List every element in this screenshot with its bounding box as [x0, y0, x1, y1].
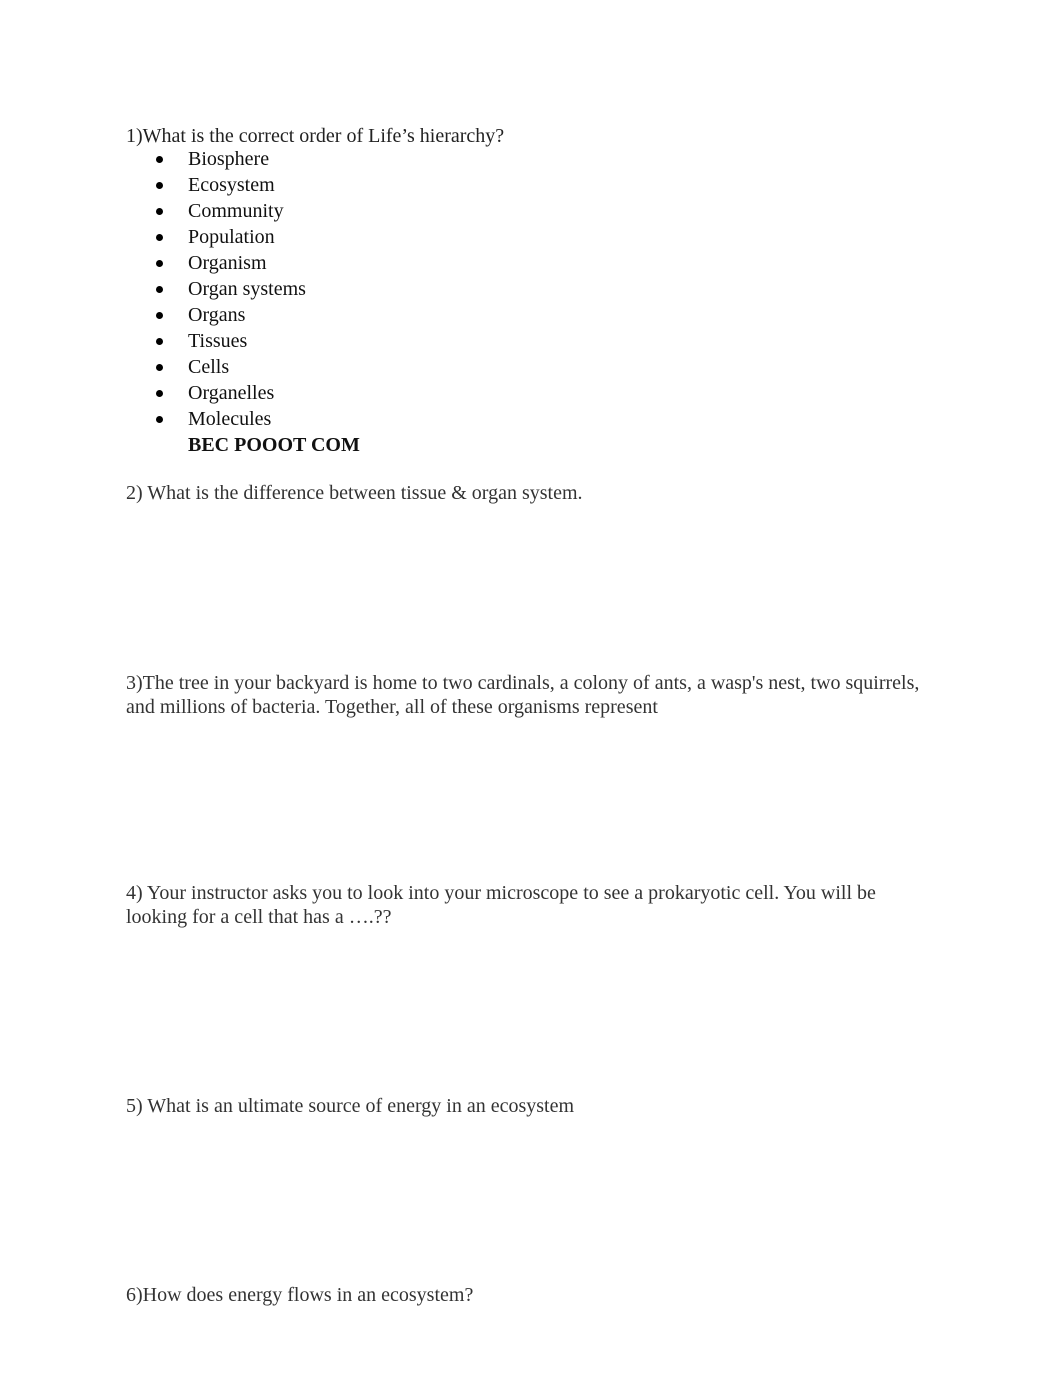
list-item-label: Organism	[188, 252, 267, 274]
list-item: Organism	[126, 251, 306, 277]
bullet-icon	[156, 156, 163, 163]
list-item-label: Population	[188, 226, 275, 248]
bullet-icon	[156, 182, 163, 189]
question-6: 6)How does energy flows in an ecosystem?	[126, 1284, 474, 1306]
list-item-label: Community	[188, 200, 284, 222]
list-item-label: Biosphere	[188, 148, 270, 170]
bullet-icon	[156, 286, 163, 293]
bullet-icon	[156, 416, 163, 423]
list-item: Molecules	[126, 407, 306, 433]
list-item: Tissues	[126, 329, 306, 355]
bullet-icon	[156, 390, 163, 397]
question-5: 5) What is an ultimate source of energy …	[126, 1095, 575, 1117]
bullet-icon	[156, 364, 163, 371]
question-1: 1)What is the correct order of Life’s hi…	[126, 125, 505, 147]
bullet-icon	[156, 234, 163, 241]
list-item-label: Molecules	[188, 408, 272, 430]
list-item: Organelles	[126, 381, 306, 407]
question-3: 3)The tree in your backyard is home to t…	[126, 672, 920, 718]
list-item-label: Organ systems	[188, 278, 306, 300]
bullet-icon	[156, 338, 163, 345]
list-item: Organs	[126, 303, 306, 329]
document-page: 1)What is the correct order of Life’s hi…	[0, 0, 1062, 1377]
list-item-label: Cells	[188, 356, 230, 378]
list-item: Ecosystem	[126, 173, 306, 199]
list-item: Community	[126, 199, 306, 225]
question-4: 4) Your instructor asks you to look into…	[126, 882, 876, 928]
list-item: Cells	[126, 355, 306, 381]
bullet-icon	[156, 260, 163, 267]
list-item: Biosphere	[126, 147, 306, 173]
answer-mnemonic: BEC POOOT COM	[188, 434, 360, 456]
list-item: Organ systems	[126, 277, 306, 303]
list-item-label: Organs	[188, 304, 246, 326]
list-item-label: Organelles	[188, 382, 275, 404]
bullet-icon	[156, 208, 163, 215]
list-item-label: Tissues	[188, 330, 248, 352]
question-2: 2) What is the difference between tissue…	[126, 482, 583, 504]
list-item-label: Ecosystem	[188, 174, 275, 196]
hierarchy-list: Biosphere Ecosystem Community Population…	[126, 147, 306, 433]
list-item: Population	[126, 225, 306, 251]
bullet-icon	[156, 312, 163, 319]
